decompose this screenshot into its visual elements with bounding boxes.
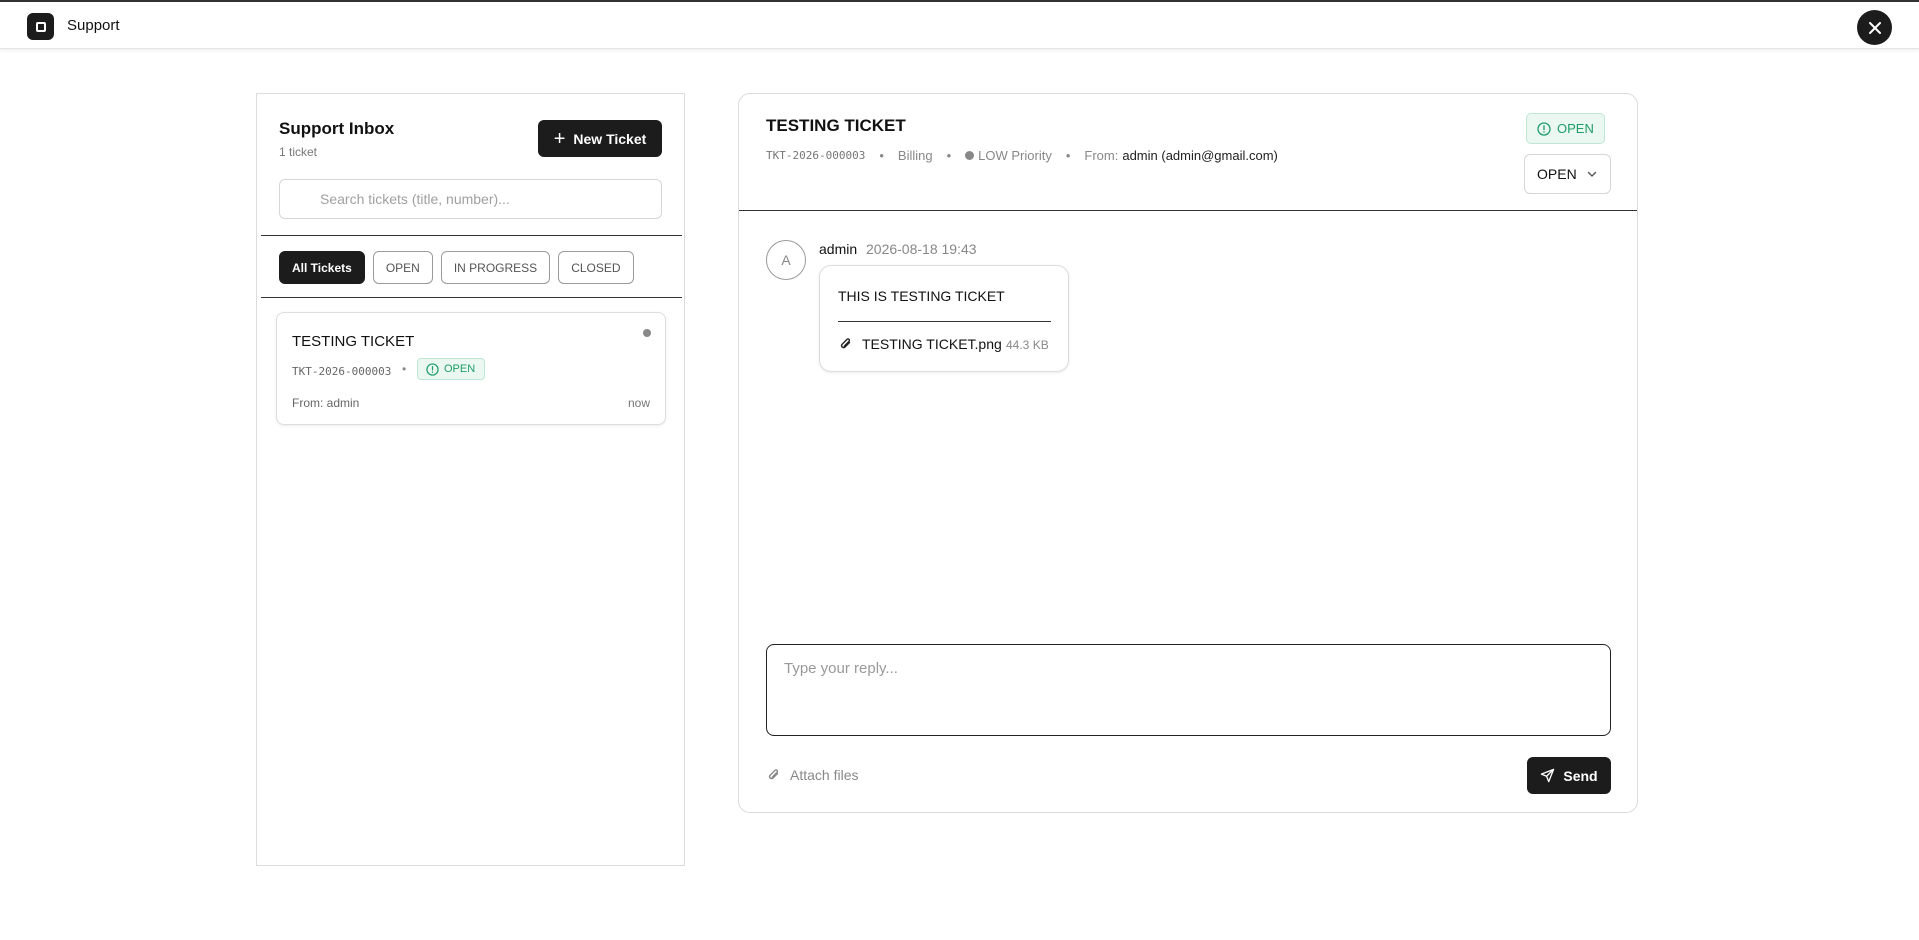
attach-files-label: Attach files bbox=[790, 767, 859, 783]
separator-dot: • bbox=[402, 362, 407, 376]
message-text: THIS IS TESTING TICKET bbox=[838, 288, 1005, 304]
attachment-link[interactable]: TESTING TICKET.png bbox=[862, 336, 1002, 352]
ticket-number: TKT-2026-000003 bbox=[292, 365, 392, 378]
ticket-detail-panel: TESTING TICKET TKT-2026-000003 • Billing… bbox=[738, 93, 1638, 813]
unread-dot-icon bbox=[643, 329, 651, 337]
status-select[interactable]: OPEN bbox=[1524, 154, 1611, 194]
filter-tabs: All Tickets OPEN IN PROGRESS CLOSED bbox=[279, 251, 634, 284]
ticket-priority: LOW Priority bbox=[978, 148, 1052, 163]
priority-dot-icon bbox=[965, 151, 975, 160]
send-label: Send bbox=[1563, 767, 1598, 784]
new-ticket-label: New Ticket bbox=[573, 130, 647, 147]
send-button[interactable]: Send bbox=[1527, 757, 1611, 794]
attachment-size: 44.3 KB bbox=[1006, 338, 1049, 352]
reply-input[interactable] bbox=[766, 644, 1611, 736]
filter-closed[interactable]: CLOSED bbox=[558, 251, 634, 284]
status-badge: OPEN bbox=[417, 358, 486, 380]
separator-dot: • bbox=[879, 148, 884, 163]
message-bubble: THIS IS TESTING TICKET TESTING TICKET.pn… bbox=[819, 265, 1069, 372]
filter-in-progress[interactable]: IN PROGRESS bbox=[440, 251, 551, 284]
divider bbox=[838, 321, 1051, 322]
search-icon bbox=[294, 192, 304, 202]
ticket-time: now bbox=[627, 396, 650, 410]
ticket-from: From: admin bbox=[292, 396, 360, 410]
chevron-down-icon bbox=[1587, 171, 1597, 177]
from-label: From: bbox=[1084, 148, 1119, 163]
ticket-number: TKT-2026-000003 bbox=[766, 149, 866, 162]
close-button[interactable] bbox=[1857, 10, 1892, 45]
separator-dot: • bbox=[946, 148, 952, 163]
ticket-meta: TKT-2026-000003 • Billing • LOW Priority… bbox=[766, 148, 1278, 163]
avatar: A bbox=[766, 240, 806, 280]
ticket-title: TESTING TICKET bbox=[766, 116, 906, 135]
status-badge-label: OPEN bbox=[1557, 121, 1594, 136]
divider bbox=[261, 235, 682, 236]
app-logo-icon bbox=[27, 13, 54, 40]
message-author: admin bbox=[819, 241, 858, 257]
divider bbox=[261, 297, 682, 298]
divider bbox=[739, 210, 1637, 211]
ticket-list-item[interactable]: TESTING TICKET TKT-2026-000003 • OPEN Fr… bbox=[276, 312, 666, 425]
inbox-title: Support Inbox bbox=[279, 119, 395, 138]
new-ticket-button[interactable]: + New Ticket bbox=[538, 120, 662, 157]
status-badge: OPEN bbox=[1526, 113, 1605, 144]
alert-circle-icon bbox=[426, 362, 439, 376]
filter-all-tickets[interactable]: All Tickets bbox=[279, 251, 365, 284]
from-value: admin (admin@gmail.com) bbox=[1122, 148, 1278, 163]
ticket-category: Billing bbox=[897, 148, 933, 163]
ticket-count: 1 ticket bbox=[279, 145, 318, 159]
close-icon bbox=[1868, 21, 1881, 34]
attach-files-button[interactable]: Attach files bbox=[766, 767, 858, 783]
plus-icon: + bbox=[553, 127, 566, 150]
app-title: Support bbox=[67, 17, 120, 34]
status-badge-label: OPEN bbox=[444, 363, 476, 375]
filter-open[interactable]: OPEN bbox=[372, 251, 433, 284]
message-timestamp: 2026-08-18 19:43 bbox=[866, 241, 977, 257]
paperclip-icon bbox=[840, 338, 851, 349]
send-icon bbox=[1541, 768, 1555, 783]
ticket-title: TESTING TICKET bbox=[292, 333, 415, 350]
search-input[interactable] bbox=[279, 179, 662, 219]
status-select-value: OPEN bbox=[1537, 166, 1577, 182]
inbox-panel: Support Inbox 1 ticket + New Ticket All … bbox=[256, 93, 685, 866]
paperclip-icon bbox=[768, 769, 779, 780]
separator-dot: • bbox=[1065, 148, 1071, 163]
alert-circle-icon bbox=[1537, 121, 1551, 136]
top-bar: Support bbox=[0, 0, 1919, 49]
